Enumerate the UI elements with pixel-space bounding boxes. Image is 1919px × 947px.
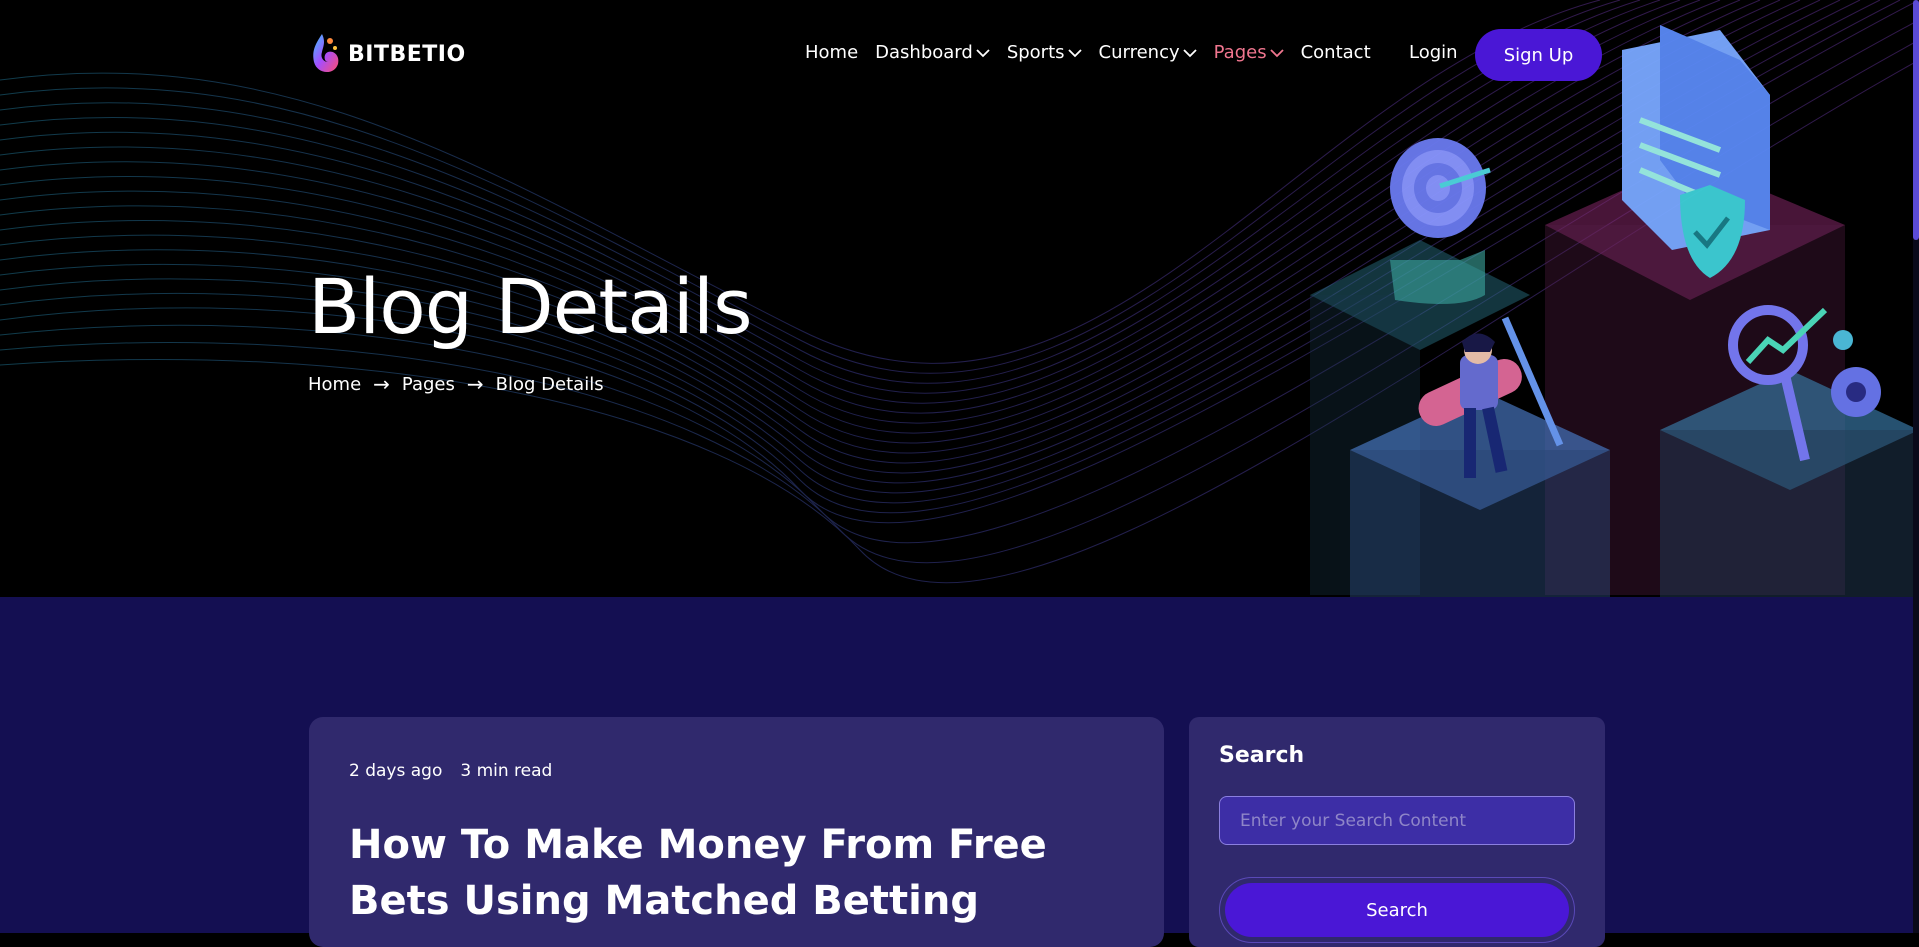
login-link[interactable]: Login <box>1409 42 1458 63</box>
isometric-illustration <box>1310 25 1919 597</box>
post-date: 2 days ago <box>349 761 443 781</box>
hero-banner: BITBETIO Home Dashboard Sports Currency … <box>0 0 1919 597</box>
scrollbar-thumb[interactable] <box>1913 0 1919 240</box>
flame-logo-icon <box>313 34 339 73</box>
chevron-down-icon <box>1067 48 1082 57</box>
nav-item-sports[interactable]: Sports <box>1007 42 1082 63</box>
nav-label: Sports <box>1006 42 1065 63</box>
chevron-down-icon <box>1182 48 1197 57</box>
brand-name: BITBETIO <box>348 41 466 67</box>
search-button-wrapper: Search <box>1219 877 1575 943</box>
signup-button[interactable]: Sign Up <box>1475 29 1602 81</box>
search-button[interactable]: Search <box>1225 883 1569 937</box>
post-title: How To Make Money From Free Bets Using M… <box>349 822 1047 924</box>
chevron-down-icon <box>1269 48 1284 57</box>
post-meta: 2 days ago 3 min read <box>349 761 552 781</box>
nav-label: Currency <box>1098 42 1180 63</box>
nav-label: Pages <box>1213 42 1267 63</box>
search-widget-title: Search <box>1219 743 1305 768</box>
blog-post-card: 2 days ago 3 min read How To Make Money … <box>309 717 1164 947</box>
wave-background-graphic <box>0 0 1919 597</box>
page-title: Blog Details <box>308 262 753 351</box>
breadcrumb-current: Blog Details <box>495 373 604 395</box>
arrow-right-icon: → <box>373 372 390 396</box>
breadcrumb-home[interactable]: Home <box>308 374 361 395</box>
nav-item-pages[interactable]: Pages <box>1214 42 1284 63</box>
nav-item-home[interactable]: Home <box>805 42 858 63</box>
nav-label: Dashboard <box>875 42 973 63</box>
breadcrumb: Home → Pages → Blog Details <box>308 372 604 396</box>
nav-item-contact[interactable]: Contact <box>1301 42 1371 63</box>
nav-label: Home <box>805 42 859 63</box>
nav-label: Contact <box>1300 42 1371 63</box>
search-input[interactable] <box>1219 796 1575 845</box>
main-nav: Home Dashboard Sports Currency Pages Con… <box>805 42 1388 63</box>
nav-item-currency[interactable]: Currency <box>1099 42 1197 63</box>
breadcrumb-pages[interactable]: Pages <box>402 374 455 395</box>
post-read-time: 3 min read <box>460 761 553 781</box>
chevron-down-icon <box>976 48 990 57</box>
search-widget: Search Search <box>1189 717 1605 947</box>
arrow-right-icon: → <box>466 372 484 396</box>
brand-logo[interactable]: BITBETIO <box>310 32 466 76</box>
page-scrollbar[interactable] <box>1913 0 1919 933</box>
nav-item-dashboard[interactable]: Dashboard <box>875 42 990 63</box>
